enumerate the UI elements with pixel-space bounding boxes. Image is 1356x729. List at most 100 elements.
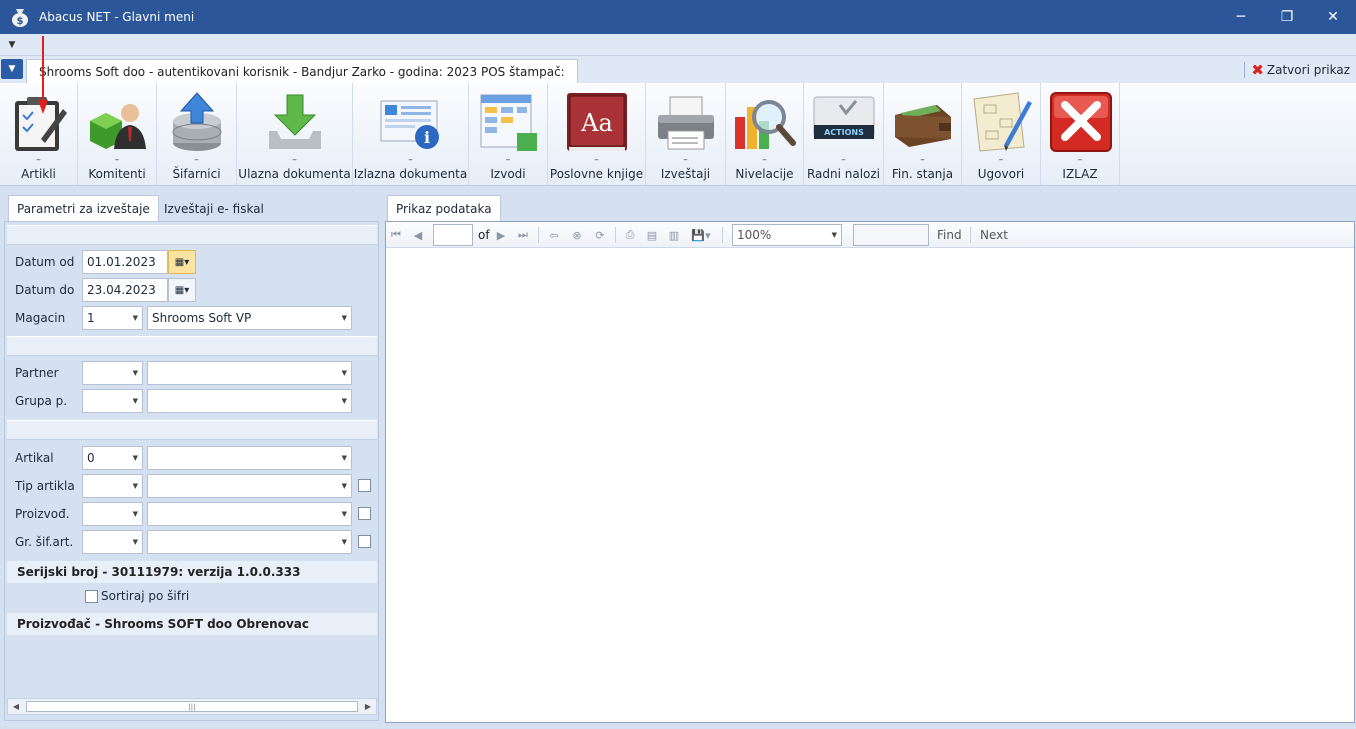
tip-artikla-checkbox[interactable]: [358, 479, 371, 492]
tab-izvestaji-e-fiskal[interactable]: Izveštaji e- fiskal: [156, 195, 272, 222]
find-input[interactable]: [853, 224, 929, 246]
grupa-name-select[interactable]: ▼: [147, 389, 352, 413]
partner-code-select[interactable]: ▼: [82, 361, 143, 385]
back-icon[interactable]: ⇦: [546, 227, 562, 243]
chevron-down-icon: ▼: [831, 231, 837, 239]
parameters-panel: Parametri za izveštaje Izveštaji e- fisk…: [4, 193, 379, 723]
find-button[interactable]: Find: [937, 228, 962, 242]
ribbon-label: Ulazna dokumenta: [238, 167, 351, 181]
ribbon-button-sifarnici[interactable]: – Šifarnici: [157, 83, 237, 185]
diagram-pencil-icon: [973, 92, 1032, 152]
chevron-down-icon: ▼: [341, 369, 347, 377]
close-view-button[interactable]: ✖ Zatvori prikaz: [1244, 61, 1350, 79]
ribbon-button-ugovori[interactable]: – Ugovori: [962, 83, 1041, 185]
gr-sif-art-checkbox[interactable]: [358, 535, 371, 548]
sortiraj-label[interactable]: Sortiraj po šifri: [101, 589, 189, 603]
ribbon-label: Radni nalozi: [806, 167, 881, 181]
chevron-down-icon: ▼: [341, 397, 347, 405]
report-viewer: ⏮ ◀ of ▶ ⏭ ⇦ ⊗ ⟳ ⎙ ▤ ▥ 💾▾ 100% ▼ Find Nex…: [385, 221, 1355, 723]
tip-artikla-code-select[interactable]: ▼: [82, 474, 143, 498]
ribbon-button-izlaz[interactable]: – IZLAZ: [1041, 83, 1120, 185]
scroll-left-icon[interactable]: ◀: [8, 699, 24, 714]
ribbon-label: Fin. stanja: [891, 167, 954, 181]
magacin-name-select[interactable]: Shrooms Soft VP ▼: [147, 306, 352, 330]
proizvodjac-code-select[interactable]: ▼: [82, 502, 143, 526]
ribbon-button-nivelacije[interactable]: – Nivelacije: [726, 83, 804, 185]
svg-text:ACTIONS: ACTIONS: [824, 128, 864, 137]
proizvodjac-name-select[interactable]: ▼: [147, 502, 352, 526]
chevron-down-icon: ▼: [341, 314, 347, 322]
next-page-icon[interactable]: ▶: [493, 227, 509, 243]
proizvodjac-checkbox[interactable]: [358, 507, 371, 520]
quick-access-dropdown-icon[interactable]: ▼: [4, 37, 20, 53]
group-header: [7, 336, 377, 356]
chevron-down-icon: ▼: [132, 482, 138, 490]
ribbon-button-radni-nalozi[interactable]: ACTIONS – Radni nalozi: [804, 83, 884, 185]
title-bar: $ Abacus NET - Glavni meni ─ ❐ ✕: [0, 0, 1356, 34]
ribbon-button-izlazna-dokumenta[interactable]: i – Izlazna dokumenta: [353, 83, 469, 185]
document-info-icon: i: [380, 100, 439, 149]
refresh-icon[interactable]: ⟳: [592, 227, 608, 243]
gr-sif-art-code-select[interactable]: ▼: [82, 530, 143, 554]
close-button[interactable]: ✕: [1310, 0, 1356, 34]
first-page-icon[interactable]: ⏮: [388, 227, 404, 243]
ribbon-label: Nivelacije: [735, 167, 794, 181]
chevron-down-icon: ▼: [341, 510, 347, 518]
last-page-icon[interactable]: ⏭: [515, 227, 531, 243]
document-tab-row: ▼ Shrooms Soft doo - autentikovani koris…: [0, 56, 1356, 84]
partner-name-select[interactable]: ▼: [147, 361, 352, 385]
scroll-right-icon[interactable]: ▶: [360, 699, 376, 714]
calendar-sheet-icon: [480, 94, 537, 151]
parameters-body: Datum od 01.01.2023 ▦▾ Datum do 23.04.20…: [4, 221, 379, 721]
minimize-button[interactable]: ─: [1218, 0, 1264, 34]
artikal-name-select[interactable]: ▼: [147, 446, 352, 470]
svg-text:$: $: [17, 16, 24, 27]
ribbon-button-poslovne-knjige[interactable]: Aa – Poslovne knjige: [548, 83, 646, 185]
calendar-dropdown-icon[interactable]: ▦▾: [168, 250, 196, 274]
tab-prikaz-podataka[interactable]: Prikaz podataka: [387, 195, 501, 222]
chart-magnifier-icon: [735, 100, 796, 149]
chevron-down-icon: ▼: [132, 314, 138, 322]
page-setup-icon[interactable]: ▥: [666, 227, 682, 243]
stop-icon[interactable]: ⊗: [569, 227, 585, 243]
ribbon-button-komitenti[interactable]: – Komitenti: [78, 83, 157, 185]
calendar-dropdown-icon[interactable]: ▦▾: [168, 278, 196, 302]
scrollbar-thumb[interactable]: |||: [26, 701, 358, 712]
ribbon-label: Izlazna dokumenta: [353, 167, 468, 181]
restore-button[interactable]: ❐: [1264, 0, 1310, 34]
datum-do-input[interactable]: 23.04.2023: [82, 278, 168, 302]
previous-page-icon[interactable]: ◀: [410, 227, 426, 243]
app-menu-button[interactable]: ▼: [1, 59, 23, 79]
user-cube-icon: [90, 104, 146, 149]
chevron-down-icon: ▼: [132, 510, 138, 518]
magacin-label: Magacin: [15, 311, 66, 325]
horizontal-scrollbar[interactable]: ◀ ||| ▶: [7, 698, 377, 715]
gr-sif-art-name-select[interactable]: ▼: [147, 530, 352, 554]
close-view-label: Zatvori prikaz: [1266, 63, 1350, 77]
print-icon[interactable]: ⎙: [622, 227, 638, 243]
datum-od-input[interactable]: 01.01.2023: [82, 250, 168, 274]
tab-parametri-za-izvestaje[interactable]: Parametri za izveštaje: [8, 195, 159, 222]
print-layout-icon[interactable]: ▤: [644, 227, 660, 243]
ribbon-button-ulazna-dokumenta[interactable]: – Ulazna dokumenta: [237, 83, 353, 185]
ribbon-button-fin-stanja[interactable]: – Fin. stanja: [884, 83, 962, 185]
artikal-code-select[interactable]: 0 ▼: [82, 446, 143, 470]
zoom-select[interactable]: 100% ▼: [732, 224, 842, 246]
ribbon-button-izvestaji[interactable]: – Izveštaji: [646, 83, 726, 185]
magacin-code-select[interactable]: 1 ▼: [82, 306, 143, 330]
ribbon-button-izvodi[interactable]: – Izvodi: [469, 83, 548, 185]
page-number-input[interactable]: [433, 224, 473, 246]
money-bag-icon: $: [12, 9, 28, 27]
ribbon-label: Ugovori: [977, 167, 1025, 181]
ribbon-label: Poslovne knjige: [549, 167, 644, 181]
svg-text:i: i: [424, 128, 430, 147]
next-button[interactable]: Next: [980, 228, 1008, 242]
export-icon[interactable]: 💾▾: [689, 227, 713, 243]
sortiraj-checkbox[interactable]: [85, 590, 98, 603]
tab-main-session[interactable]: Shrooms Soft doo - autentikovani korisni…: [26, 59, 578, 84]
grupa-code-select[interactable]: ▼: [82, 389, 143, 413]
ribbon-label: Izveštaji: [660, 167, 711, 181]
report-viewer-panel: Prikaz podataka ⏮ ◀ of ▶ ⏭ ⇦ ⊗ ⟳ ⎙ ▤ ▥ 💾…: [385, 193, 1355, 723]
red-x-icon: ✖: [1251, 61, 1264, 79]
tip-artikla-name-select[interactable]: ▼: [147, 474, 352, 498]
